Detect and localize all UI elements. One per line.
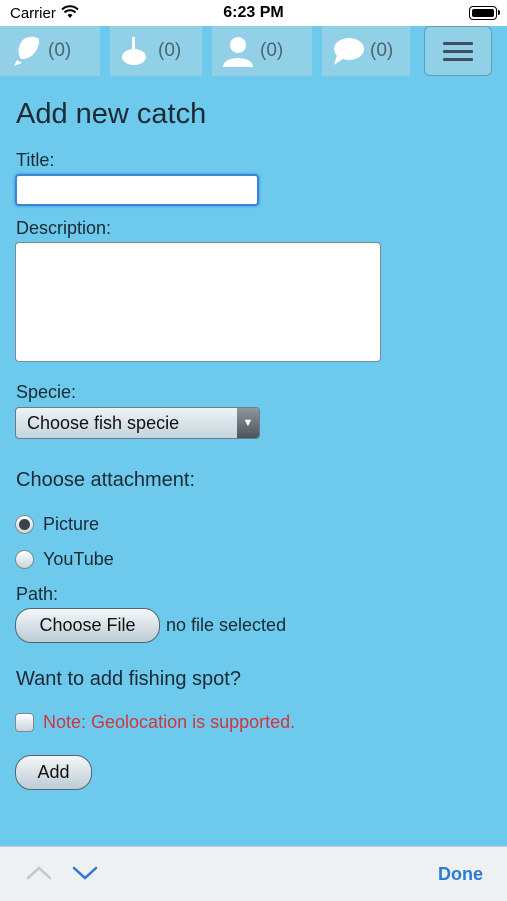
- radio-picture[interactable]: Picture: [15, 514, 99, 535]
- nav-comments-count: (0): [370, 40, 394, 61]
- fishing-float-icon: [118, 33, 154, 69]
- fishing-spot-heading: Want to add fishing spot?: [16, 668, 241, 690]
- clock: 6:23 PM: [223, 4, 284, 21]
- specie-select[interactable]: Choose fish specie ▼: [15, 407, 260, 439]
- choose-file-button[interactable]: Choose File: [15, 608, 160, 643]
- user-icon: [220, 33, 256, 69]
- description-textarea[interactable]: [15, 242, 381, 362]
- geolocation-option[interactable]: Note: Geolocation is supported.: [15, 712, 295, 733]
- nav-comments[interactable]: (0): [322, 26, 410, 76]
- keyboard-toolbar: Done: [0, 846, 507, 901]
- nav-catches-count: (0): [48, 40, 72, 61]
- menu-button[interactable]: [424, 26, 492, 76]
- nav-spots-count: (0): [158, 40, 182, 61]
- geolocation-note: Note: Geolocation is supported.: [43, 712, 296, 732]
- radio-picture-label: Picture: [43, 514, 100, 534]
- attachment-heading: Choose attachment:: [16, 469, 195, 491]
- comment-icon: [330, 33, 366, 69]
- radio-picture-control[interactable]: [15, 515, 34, 534]
- top-navigation: (0) (0) (0) (0): [0, 26, 507, 76]
- radio-youtube-label: YouTube: [43, 549, 114, 569]
- nav-users-count: (0): [260, 40, 284, 61]
- geolocation-checkbox[interactable]: [15, 713, 34, 732]
- page-title: Add new catch: [16, 98, 207, 130]
- done-button[interactable]: Done: [438, 864, 483, 885]
- specie-label: Specie:: [16, 382, 77, 402]
- title-input[interactable]: [15, 174, 259, 206]
- fish-icon: [8, 33, 44, 69]
- dropdown-arrow-icon: ▼: [237, 408, 259, 438]
- nav-spots[interactable]: (0): [110, 26, 202, 76]
- battery-icon: [469, 6, 500, 20]
- add-button[interactable]: Add: [15, 755, 92, 790]
- chevron-up-icon[interactable]: [26, 863, 52, 883]
- path-label: Path:: [16, 584, 59, 604]
- nav-catches[interactable]: (0): [0, 26, 100, 76]
- title-label: Title:: [16, 150, 55, 170]
- nav-users[interactable]: (0): [212, 26, 312, 76]
- description-label: Description:: [16, 218, 112, 238]
- radio-youtube[interactable]: YouTube: [15, 549, 114, 570]
- file-status-text: no file selected: [166, 615, 287, 635]
- chevron-down-icon[interactable]: [72, 863, 98, 883]
- status-bar: Carrier 6:23 PM: [0, 0, 507, 26]
- hamburger-menu-icon: [443, 37, 473, 66]
- radio-youtube-control[interactable]: [15, 550, 34, 569]
- specie-selected-value: Choose fish specie: [27, 413, 180, 433]
